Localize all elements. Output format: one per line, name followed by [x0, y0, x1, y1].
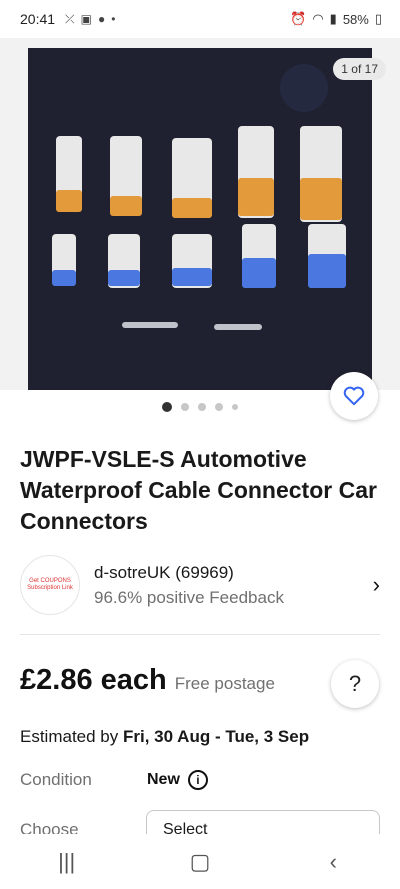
delivery-prefix: Estimated by	[20, 727, 123, 746]
seller-avatar: Get COUPONS Subscription Link	[20, 555, 80, 615]
status-bar: 20:41 ⤫ ▣ ● • ⏰ ◠ ▮ 58% ▯	[0, 0, 400, 38]
battery-percent: 58%	[342, 11, 369, 27]
delivery-estimate: Estimated by Fri, 30 Aug - Tue, 3 Sep	[20, 727, 309, 747]
seller-feedback: 96.6% positive Feedback	[94, 587, 284, 607]
watch-button[interactable]	[330, 372, 378, 420]
choose-label: Choose	[20, 820, 79, 834]
carousel-dot[interactable]	[232, 404, 238, 410]
info-icon[interactable]: i	[187, 770, 208, 790]
battery-icon: ▯	[374, 11, 382, 26]
system-icons: ⏰ ◠ ▮ 58% ▯	[290, 11, 382, 27]
image-counter: 1 of 17	[333, 58, 386, 80]
price-row: £2.86 each Free postage	[20, 664, 380, 697]
terminal-pins	[122, 322, 262, 330]
listing-title: JWPF-VSLE-S Automotive Waterproof Cable …	[20, 446, 377, 534]
system-nav-bar: ||| ▢ ‹	[0, 834, 400, 889]
recent-apps-icon[interactable]: |||	[37, 849, 97, 875]
notification-icons: ⤫ ▣ ● •	[65, 12, 115, 27]
connector-row-top	[56, 126, 342, 222]
signal-icon: ▮	[329, 11, 337, 26]
alarm-icon: ⏰	[290, 11, 307, 26]
avatar-logo-text: Get COUPONS Subscription Link	[27, 578, 73, 591]
seller-row[interactable]: Get COUPONS Subscription Link d-sotreUK …	[20, 553, 380, 617]
condition-value: New	[147, 771, 180, 788]
missed-call-icon: ⤫	[65, 11, 75, 26]
image-gallery[interactable]: 1 of 17	[0, 38, 400, 390]
condition-label: Condition	[20, 770, 92, 789]
chevron-right-icon[interactable]: ›	[373, 572, 380, 598]
question-icon: ?	[348, 671, 362, 696]
item-price: £2.86 each	[20, 664, 167, 696]
carousel-dot[interactable]	[215, 403, 223, 411]
variation-row: Choose Select	[20, 810, 380, 834]
connector-row-bottom	[52, 224, 346, 288]
postage-text: Free postage	[174, 674, 275, 693]
variation-select[interactable]: Select	[146, 810, 380, 834]
carousel-dot[interactable]	[181, 403, 189, 411]
seller-info: d-sotreUK (69969) 96.6% positive Feedbac…	[94, 563, 284, 608]
watermark-logo	[280, 64, 328, 112]
heart-icon	[343, 386, 365, 406]
seller-name: d-sotreUK (69969)	[94, 562, 234, 582]
back-icon[interactable]: ‹	[303, 849, 363, 875]
gallery-icon: ▣	[80, 12, 92, 26]
messenger-icon: ●	[98, 12, 106, 26]
more-dot-icon: •	[111, 12, 116, 26]
help-button[interactable]: ?	[331, 660, 379, 708]
condition-row: Condition New i	[20, 770, 380, 790]
carousel-dot[interactable]	[198, 403, 206, 411]
status-time: 20:41	[20, 11, 56, 27]
home-icon[interactable]: ▢	[170, 849, 230, 875]
product-photo[interactable]	[28, 48, 372, 390]
carousel-dot[interactable]	[162, 402, 172, 412]
wifi-icon: ◠	[312, 11, 324, 26]
divider	[20, 634, 380, 635]
delivery-dates: Fri, 30 Aug - Tue, 3 Sep	[123, 727, 310, 746]
